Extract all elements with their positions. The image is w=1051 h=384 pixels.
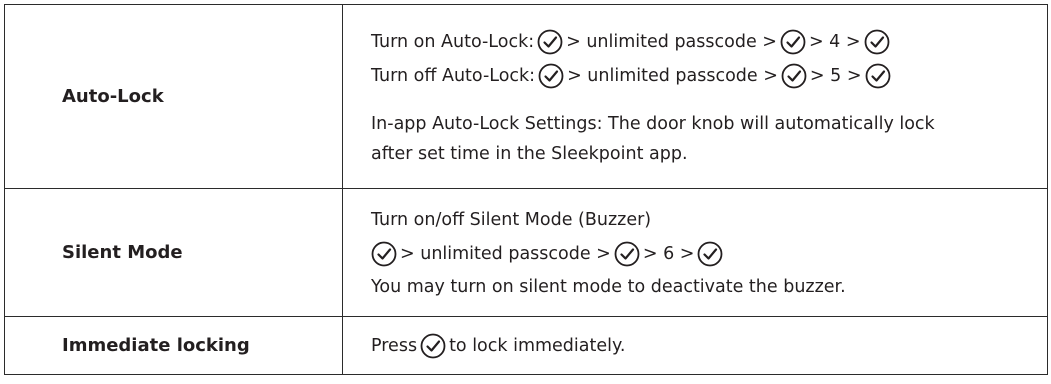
row-content: Turn on/off Silent Mode (Buzzer) > unlim…	[342, 188, 1048, 317]
instruction-line: Turn off Auto-Lock: > unlimited passcode…	[371, 59, 1047, 93]
instruction-text: > 4 >	[808, 31, 861, 52]
row-label: Auto-Lock	[4, 4, 343, 189]
instruction-text: Turn on Auto-Lock:	[371, 31, 535, 52]
row-label: Silent Mode	[4, 188, 343, 317]
instruction-line: Turn on Auto-Lock: > unlimited passcode …	[371, 25, 1047, 59]
table-row: Immediate locking Press to lock immediat…	[4, 316, 1048, 375]
check-circle-icon	[371, 241, 397, 267]
instruction-text: > 5 >	[809, 65, 862, 86]
check-circle-icon	[864, 29, 890, 55]
row-content: Turn on Auto-Lock: > unlimited passcode …	[342, 4, 1048, 189]
instruction-line: Turn on/off Silent Mode (Buzzer)	[371, 209, 652, 230]
check-circle-icon	[780, 29, 806, 55]
instruction-text: > unlimited passcode >	[566, 31, 777, 52]
check-circle-icon	[537, 29, 563, 55]
note-text: after set time in the Sleekpoint app.	[371, 143, 688, 164]
instruction-text: > 6 >	[642, 243, 695, 264]
check-circle-icon	[538, 63, 564, 89]
instruction-text: Press	[371, 335, 418, 356]
note-text: In-app Auto-Lock Settings: The door knob…	[371, 113, 935, 134]
check-circle-icon	[865, 63, 891, 89]
instruction-text: > unlimited passcode >	[400, 243, 611, 264]
check-circle-icon	[420, 333, 446, 359]
table-row: Silent Mode Turn on/off Silent Mode (Buz…	[4, 188, 1048, 317]
instruction-line: > unlimited passcode > > 6 >	[371, 237, 1047, 271]
check-circle-icon	[614, 241, 640, 267]
table-row: Auto-Lock Turn on Auto-Lock: > unlimited…	[4, 4, 1048, 189]
row-content: Press to lock immediately.	[342, 316, 1048, 375]
instruction-text: > unlimited passcode >	[567, 65, 778, 86]
instruction-line: Press to lock immediately.	[371, 328, 1047, 364]
settings-table: Auto-Lock Turn on Auto-Lock: > unlimited…	[4, 4, 1048, 375]
note-text: You may turn on silent mode to deactivat…	[371, 276, 846, 297]
row-label: Immediate locking	[4, 316, 343, 375]
check-circle-icon	[781, 63, 807, 89]
instruction-text: to lock immediately.	[449, 335, 626, 356]
instruction-text: Turn off Auto-Lock:	[371, 65, 536, 86]
check-circle-icon	[697, 241, 723, 267]
